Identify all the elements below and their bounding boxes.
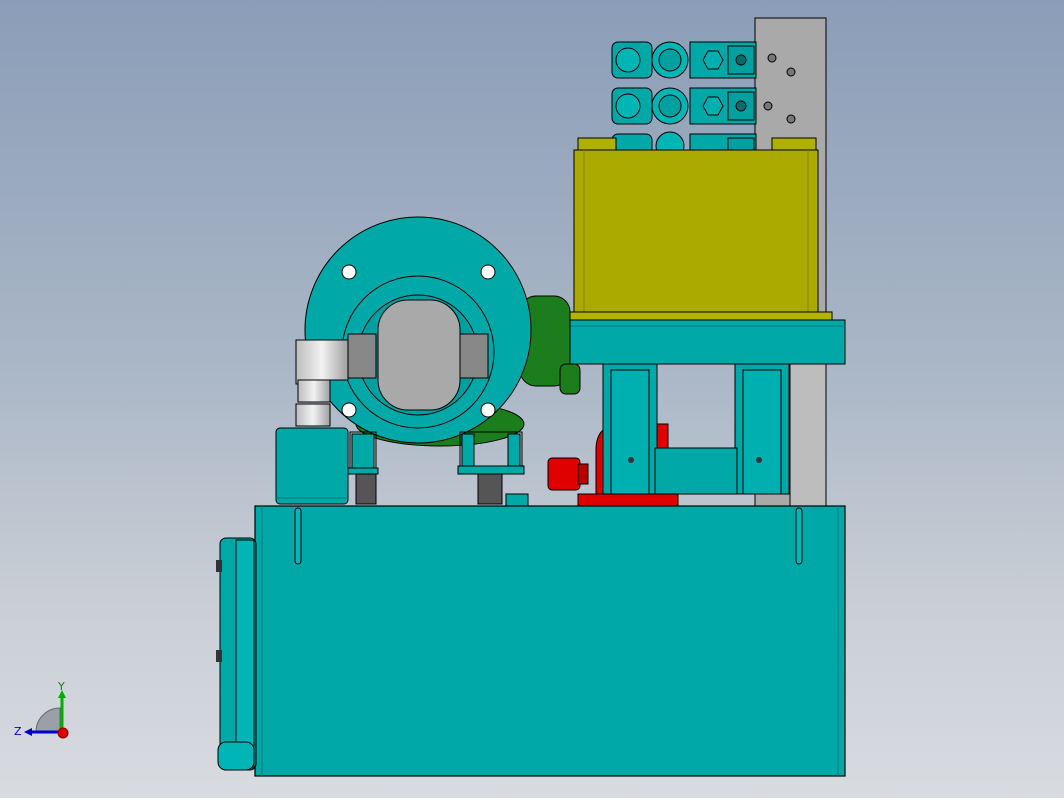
valve-stack[interactable] [611, 41, 757, 161]
yellow-valve-block[interactable] [559, 137, 833, 323]
cad-viewport[interactable]: Y Z [0, 0, 1064, 798]
filler-port[interactable] [505, 493, 529, 507]
support-frame[interactable] [602, 363, 790, 495]
valve-base-plate[interactable] [544, 319, 846, 365]
pump-foot-left[interactable] [347, 431, 379, 505]
y-axis-label: Y [57, 680, 65, 693]
model-drawing[interactable]: Y Z [0, 0, 1064, 798]
pump-foot-right[interactable] [457, 431, 525, 505]
axis-triad: Y Z [14, 680, 69, 739]
solenoid-valve-2 [611, 87, 757, 125]
filter-cylinder[interactable] [275, 427, 349, 505]
z-axis-label: Z [14, 725, 22, 738]
pump-flange[interactable] [304, 216, 532, 444]
solenoid-valve-1 [611, 41, 757, 79]
oil-tank[interactable] [254, 505, 846, 777]
tank-side-cover[interactable] [216, 537, 257, 771]
x-axis-point [57, 727, 69, 739]
